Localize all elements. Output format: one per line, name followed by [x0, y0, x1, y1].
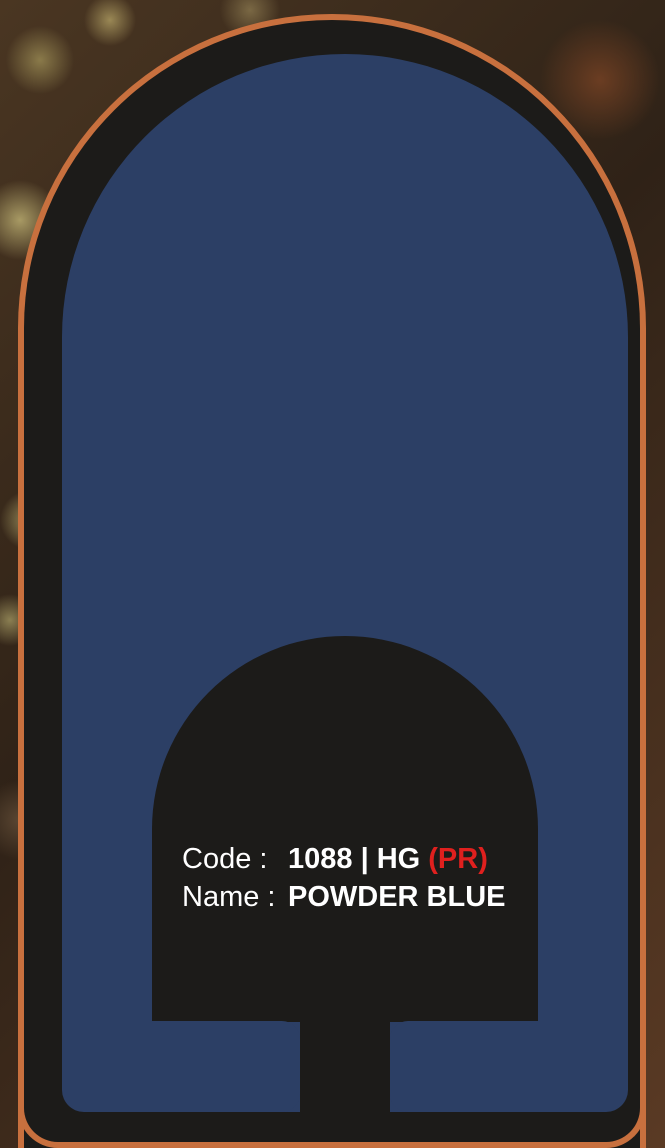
name-label: Name : — [182, 881, 276, 913]
code-value: 1088 | HG — [288, 843, 421, 875]
swatch-foot-left — [152, 1021, 300, 1112]
swatch-foot-right — [390, 1021, 538, 1112]
swatch-info: Code : 1088 | HG (PR) Name : POWDER BLUE — [182, 840, 506, 916]
code-row: Code : 1088 | HG (PR) — [182, 840, 506, 878]
name-row: Name : POWDER BLUE — [182, 878, 506, 916]
label-arch — [152, 636, 538, 1022]
code-label: Code : — [182, 843, 268, 875]
name-value: POWDER BLUE — [288, 881, 506, 913]
label-stem — [300, 1000, 390, 1112]
code-suffix: (PR) — [428, 843, 488, 875]
